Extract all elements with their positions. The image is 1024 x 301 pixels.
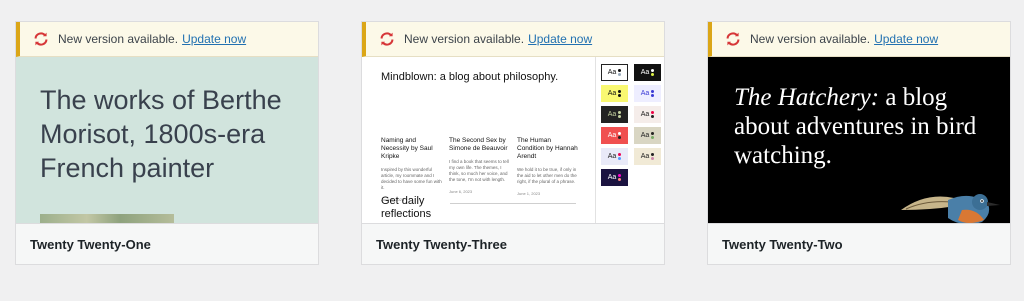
style-swatch: Aa <box>601 148 628 165</box>
update-now-link[interactable]: Update now <box>182 32 246 46</box>
style-swatch: Aa <box>601 169 628 186</box>
update-notice-text: New version available. <box>750 32 871 46</box>
post-title: Naming and Necessity by Saul Kripke <box>381 137 433 160</box>
style-swatch: Aa <box>634 85 661 102</box>
update-icon <box>378 30 396 48</box>
update-icon <box>32 30 50 48</box>
style-swatch: Aa <box>601 85 628 102</box>
style-swatch: Aa <box>601 127 628 144</box>
theme-card-twenty-twenty-one[interactable]: New version available. Update now The wo… <box>15 21 319 265</box>
style-swatch: Aa <box>634 64 661 81</box>
preview-post: The Human Condition by Hannah Arendt We … <box>517 137 579 196</box>
update-now-link[interactable]: Update now <box>528 32 592 46</box>
bird-illustration <box>901 194 1000 225</box>
preview-daily-heading: Get daily reflections <box>381 195 432 220</box>
style-swatch: Aa <box>634 148 661 165</box>
style-swatch: Aa <box>634 127 661 144</box>
theme-name[interactable]: Twenty Twenty-Three <box>362 223 664 264</box>
preview-divider <box>450 203 576 204</box>
update-notice: New version available. Update now <box>16 22 318 57</box>
theme-card-twenty-twenty-three[interactable]: New version available. Update now Mindbl… <box>361 21 665 265</box>
update-notice-text: New version available. <box>404 32 525 46</box>
preview-headline: The Hatchery: a blog about adventures in… <box>734 84 977 169</box>
preview-tagline: Mindblown: a blog about philosophy. <box>381 71 559 83</box>
theme-screenshot[interactable]: The works of Berthe Morisot, 1800s-era F… <box>16 57 318 225</box>
theme-card-twenty-twenty-two[interactable]: New version available. Update now The Ha… <box>707 21 1011 265</box>
preview-post: The Second Sex by Simone de Beauvoir I f… <box>449 137 511 194</box>
post-date: June 6, 2023 <box>449 189 473 194</box>
update-icon <box>724 30 742 48</box>
preview-post: Naming and Necessity by Saul Kripke Insp… <box>381 137 443 202</box>
style-swatch: Aa <box>634 106 661 123</box>
theme-name[interactable]: Twenty Twenty-One <box>16 223 318 264</box>
update-notice-text: New version available. <box>58 32 179 46</box>
style-swatch: Aa <box>601 106 628 123</box>
style-swatch: Aa <box>601 64 628 81</box>
style-variations-panel: Aa Aa Aa Aa Aa Aa Aa Aa Aa Aa Aa <box>595 57 664 225</box>
post-date: June 1, 2023 <box>517 191 541 196</box>
update-notice: New version available. Update now <box>362 22 664 57</box>
preview-headline: The works of Berthe Morisot, 1800s-era F… <box>40 85 282 183</box>
update-now-link[interactable]: Update now <box>874 32 938 46</box>
theme-name[interactable]: Twenty Twenty-Two <box>708 223 1010 264</box>
post-excerpt: We hold it to be true, if only in the ai… <box>517 167 577 184</box>
update-notice: New version available. Update now <box>708 22 1010 57</box>
post-title: The Human Condition by Hannah Arendt <box>517 137 578 160</box>
theme-screenshot[interactable]: Mindblown: a blog about philosophy. Nami… <box>362 57 664 225</box>
post-excerpt: I find a book that seems to tell my own … <box>449 159 509 182</box>
theme-screenshot[interactable]: The Hatchery: a blog about adventures in… <box>708 57 1010 225</box>
post-excerpt: Inspired by this wonderful article, my r… <box>381 167 442 190</box>
post-title: The Second Sex by Simone de Beauvoir <box>449 137 508 152</box>
